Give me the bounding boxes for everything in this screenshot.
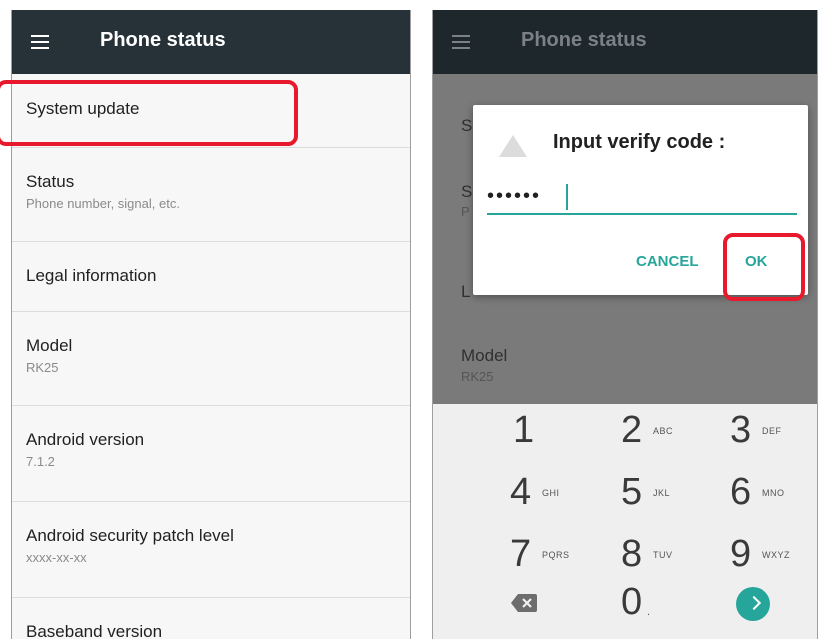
- key-letters: PQRS: [542, 550, 570, 560]
- key-letters: DEF: [762, 426, 782, 436]
- settings-item-system-update[interactable]: System update: [12, 74, 410, 148]
- settings-item-legal-information[interactable]: Legal information: [12, 242, 410, 312]
- settings-item-summary: Phone number, signal, etc.: [26, 196, 180, 211]
- key-digit: 5: [621, 471, 643, 513]
- key-letters: .: [647, 606, 651, 618]
- settings-item-summary: 7.1.2: [26, 454, 55, 469]
- key-digit: 9: [730, 533, 752, 575]
- key-3[interactable]: 3 DEF: [730, 404, 817, 456]
- app-bar: Phone status: [12, 10, 410, 74]
- key-digit: 4: [510, 471, 532, 513]
- settings-item-summary: RK25: [26, 360, 59, 375]
- settings-item-android-version[interactable]: Android version 7.1.2: [12, 406, 410, 502]
- settings-item-title: Legal information: [26, 266, 157, 285]
- text-caret: [566, 184, 568, 210]
- settings-item-security-patch-level[interactable]: Android security patch level xxxx-xx-xx: [12, 502, 410, 598]
- phone-status-screen: Phone status System update Status Phone …: [11, 10, 411, 639]
- hamburger-menu-icon[interactable]: [31, 35, 49, 49]
- key-2[interactable]: 2 ABC: [621, 404, 731, 456]
- dimmed-item-title: S: [461, 182, 473, 201]
- key-4[interactable]: 4 GHI: [510, 466, 620, 518]
- key-1[interactable]: 1: [513, 404, 623, 456]
- warning-icon: [499, 135, 527, 157]
- key-digit: 6: [730, 471, 752, 513]
- hamburger-menu-icon[interactable]: [452, 35, 470, 49]
- settings-item-status[interactable]: Status Phone number, signal, etc.: [12, 148, 410, 242]
- settings-item-model[interactable]: Model RK25: [12, 312, 410, 406]
- dimmed-item-title: S: [461, 116, 473, 135]
- key-digit: 2: [621, 409, 643, 451]
- key-6[interactable]: 6 MNO: [730, 466, 817, 518]
- numeric-keypad: 1 2 ABC 3 DEF 4 GHI 5 JKL 6 MNO 7 PQRS 8…: [433, 404, 817, 639]
- key-letters: JKL: [653, 488, 671, 498]
- dimmed-item-summary: P: [461, 204, 470, 219]
- key-digit: 1: [513, 409, 535, 451]
- key-5[interactable]: 5 JKL: [621, 466, 731, 518]
- key-7[interactable]: 7 PQRS: [510, 528, 620, 580]
- key-digit: 7: [510, 533, 532, 575]
- settings-list: System update Status Phone number, signa…: [12, 74, 410, 639]
- app-bar: Phone status: [433, 10, 817, 74]
- key-letters: WXYZ: [762, 550, 790, 560]
- cancel-button[interactable]: CANCEL: [636, 253, 699, 270]
- verify-code-input[interactable]: ••••••: [487, 181, 797, 215]
- backspace-icon[interactable]: [511, 594, 537, 612]
- dimmed-item-title: L: [461, 282, 471, 301]
- settings-item-title: Status: [26, 172, 75, 191]
- settings-item-title: Android security patch level: [26, 526, 234, 545]
- dimmed-settings-list: S S P L Model RK25 Input verify code : •…: [433, 74, 817, 404]
- settings-item-title: Android version: [26, 430, 145, 449]
- key-digit: 8: [621, 533, 643, 575]
- dimmed-item-summary: RK25: [461, 369, 494, 384]
- key-digit: 3: [730, 409, 752, 451]
- key-8[interactable]: 8 TUV: [621, 528, 731, 580]
- settings-item-summary: xxxx-xx-xx: [26, 550, 87, 565]
- key-0[interactable]: 0 .: [621, 576, 731, 628]
- key-9[interactable]: 9 WXYZ: [730, 528, 817, 580]
- verify-code-dialog: Input verify code : •••••• CANCEL OK: [473, 105, 808, 295]
- key-letters: GHI: [542, 488, 560, 498]
- page-title: Phone status: [100, 29, 226, 51]
- verify-code-value: ••••••: [487, 185, 542, 207]
- settings-item-title: System update: [26, 99, 140, 118]
- next-arrow-icon[interactable]: [736, 587, 770, 621]
- settings-item-title: Baseband version: [26, 622, 163, 639]
- dimmed-item-title: Model: [461, 346, 508, 365]
- key-digit: 0: [621, 581, 643, 623]
- settings-item-title: Model: [26, 336, 73, 355]
- ok-button[interactable]: OK: [745, 253, 768, 270]
- key-letters: MNO: [762, 488, 785, 498]
- key-letters: ABC: [653, 426, 674, 436]
- key-letters: TUV: [653, 550, 673, 560]
- settings-item-baseband-version[interactable]: Baseband version: [12, 598, 410, 639]
- page-title: Phone status: [521, 29, 647, 51]
- verify-code-screen: Phone status S S P L Model RK25 Input ve…: [432, 10, 818, 639]
- dialog-title: Input verify code :: [553, 131, 726, 153]
